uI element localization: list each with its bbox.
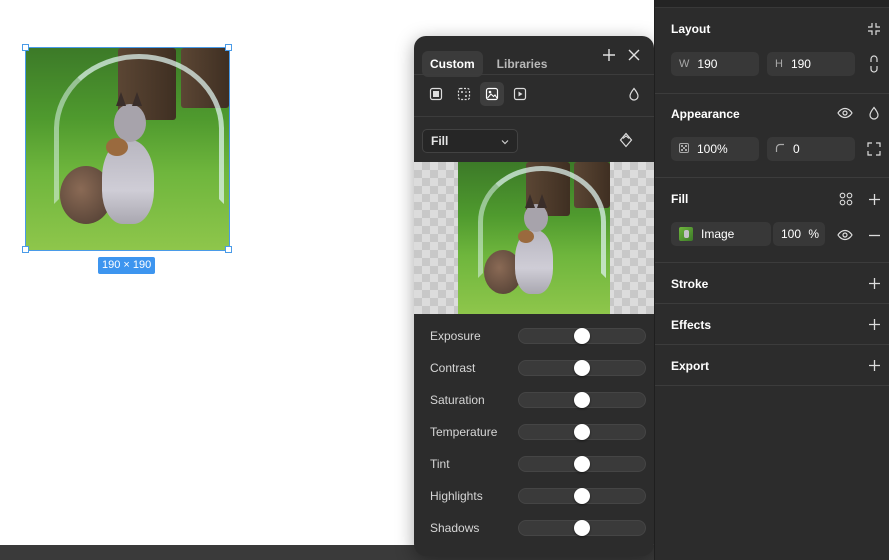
fill-layer-field[interactable]: Image (671, 222, 771, 246)
constrain-proportions-icon[interactable] (865, 55, 883, 73)
fill-mode-label: Fill (431, 134, 449, 148)
opacity-icon (679, 142, 689, 156)
slider-thumb[interactable] (574, 392, 590, 408)
image-adjustments: Exposure Contrast Saturation Temperature Tin… (414, 324, 654, 548)
squirrel-image (26, 48, 229, 250)
slider-label: Temperature (430, 425, 498, 439)
gradient-paint-icon[interactable] (452, 82, 476, 106)
remove-fill-icon[interactable] (865, 226, 883, 244)
slider-label: Shadows (430, 521, 480, 535)
panel-top-strip (655, 0, 889, 8)
fill-opacity-value: 100 (781, 227, 802, 241)
add-fill-icon[interactable] (865, 190, 883, 208)
height-value: 190 (790, 57, 811, 71)
droplet-icon[interactable] (865, 104, 883, 122)
tint-slider[interactable] (518, 456, 646, 472)
export-section: Export (655, 345, 889, 386)
image-thumbnail-icon (679, 227, 693, 241)
width-value: 190 (697, 57, 718, 71)
fill-title: Fill (671, 192, 689, 206)
eye-icon[interactable] (836, 226, 854, 244)
rotate-image-icon[interactable] (614, 128, 638, 152)
contrast-slider[interactable] (518, 360, 646, 376)
stroke-title: Stroke (671, 277, 709, 291)
stroke-section: Stroke (655, 263, 889, 304)
resize-handle-top-right[interactable] (225, 44, 232, 51)
exposure-slider[interactable] (518, 328, 646, 344)
droplet-icon[interactable] (622, 82, 646, 106)
eye-icon[interactable] (836, 104, 854, 122)
slider-label: Contrast (430, 361, 476, 375)
highlights-slider[interactable] (518, 488, 646, 504)
solid-paint-icon[interactable] (424, 82, 448, 106)
squirrel-image-preview (458, 162, 610, 314)
video-paint-icon[interactable] (508, 82, 532, 106)
resize-handle-bottom-left[interactable] (22, 246, 29, 253)
resize-handle-top-left[interactable] (22, 44, 29, 51)
fill-layer-name: Image (701, 227, 735, 241)
height-label: H (775, 58, 783, 70)
appearance-section: Appearance 100% 0 (655, 94, 889, 178)
slider-row-highlights: Highlights (414, 484, 654, 516)
export-title: Export (671, 359, 710, 373)
slider-thumb[interactable] (574, 328, 590, 344)
collapse-layout-icon[interactable] (865, 20, 883, 38)
resize-handle-bottom-right[interactable] (225, 246, 232, 253)
add-effect-icon[interactable] (865, 315, 883, 333)
height-field[interactable]: H 190 (767, 52, 855, 76)
temperature-slider[interactable] (518, 424, 646, 440)
image-preview (414, 162, 654, 314)
divider (414, 116, 654, 117)
opacity-field[interactable]: 100% (671, 137, 759, 161)
saturation-slider[interactable] (518, 392, 646, 408)
chevron-down-icon (501, 134, 509, 148)
slider-thumb[interactable] (574, 456, 590, 472)
image-paint-icon[interactable] (480, 82, 504, 106)
paint-type-row (424, 82, 536, 106)
width-field[interactable]: W 190 (671, 52, 759, 76)
effects-section: Effects (655, 304, 889, 345)
properties-panel: Layout W 190 H 190 Appearance 100% 0 Fil… (654, 0, 889, 560)
slider-row-saturation: Saturation (414, 388, 654, 420)
corner-radius-icon (775, 143, 785, 156)
slider-thumb[interactable] (574, 520, 590, 536)
corner-radius-field[interactable]: 0 (767, 137, 855, 161)
slider-row-exposure: Exposure (414, 324, 654, 356)
fill-picker-popup: Custom Libraries Fill Exposure Contrast … (414, 36, 654, 556)
slider-row-shadows: Shadows (414, 516, 654, 548)
fill-section: Fill (655, 178, 889, 263)
slider-row-contrast: Contrast (414, 356, 654, 388)
slider-thumb[interactable] (574, 424, 590, 440)
slider-row-tint: Tint (414, 452, 654, 484)
fill-opacity-field[interactable]: 100 % (773, 222, 825, 246)
appearance-title: Appearance (671, 107, 740, 121)
slider-row-temperature: Temperature (414, 420, 654, 452)
effects-title: Effects (671, 318, 712, 332)
divider (414, 74, 654, 75)
slider-label: Saturation (430, 393, 485, 407)
add-export-icon[interactable] (865, 356, 883, 374)
independent-corners-icon[interactable] (865, 140, 883, 158)
slider-label: Tint (430, 457, 450, 471)
image-frame[interactable] (25, 47, 230, 251)
slider-thumb[interactable] (574, 488, 590, 504)
slider-label: Highlights (430, 489, 483, 503)
slider-label: Exposure (430, 329, 481, 343)
corner-radius-value: 0 (793, 142, 800, 156)
picker-tabs: Custom Libraries (422, 44, 561, 84)
add-icon[interactable] (597, 43, 621, 67)
fill-mode-select[interactable]: Fill (422, 129, 518, 153)
layout-title: Layout (671, 22, 711, 36)
close-icon[interactable] (622, 43, 646, 67)
opacity-value: 100% (697, 142, 728, 156)
layout-section: Layout W 190 H 190 (655, 8, 889, 94)
slider-thumb[interactable] (574, 360, 590, 376)
percent-sign: % (808, 227, 819, 241)
add-stroke-icon[interactable] (865, 274, 883, 292)
shadows-slider[interactable] (518, 520, 646, 536)
width-label: W (679, 58, 690, 70)
styles-grid-icon[interactable] (837, 190, 855, 208)
selection-size-badge: 190 × 190 (98, 257, 156, 274)
